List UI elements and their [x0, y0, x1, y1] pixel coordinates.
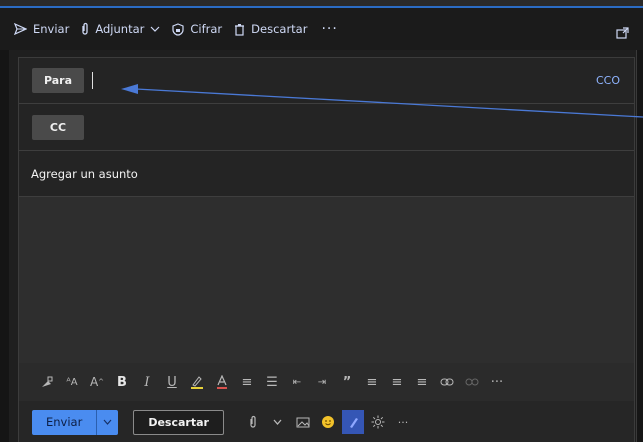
toolbar-discard-button[interactable]: Descartar: [234, 22, 307, 36]
emoji-icon[interactable]: [317, 410, 339, 434]
format-more-button[interactable]: ···: [485, 370, 509, 394]
sun-icon[interactable]: [367, 410, 389, 434]
chevron-down-icon: [103, 419, 112, 425]
bold-button[interactable]: B: [110, 370, 134, 394]
to-button[interactable]: Para: [32, 68, 84, 93]
toolbar-attach-button[interactable]: Adjuntar: [81, 22, 160, 36]
align-left-icon[interactable]: ≡: [360, 370, 384, 394]
compose-pane: Para CCO CC Agregar un asunto ᴬA A ^ B I …: [18, 57, 635, 442]
subject-input[interactable]: Agregar un asunto: [31, 167, 138, 181]
underline-button[interactable]: U: [160, 370, 184, 394]
cc-row: CC: [19, 104, 634, 151]
send-button-group: Enviar: [32, 409, 119, 435]
subject-row[interactable]: Agregar un asunto: [19, 151, 634, 197]
chevron-down-icon[interactable]: [267, 410, 289, 434]
attach-icon[interactable]: [242, 410, 264, 434]
toolbar-send-label: Enviar: [33, 22, 70, 36]
chevron-down-icon: [150, 26, 160, 32]
font-size-icon[interactable]: ᴬA: [60, 370, 84, 394]
to-row: Para CCO: [19, 58, 634, 104]
window-top-strip: [0, 0, 643, 8]
send-options-button[interactable]: [96, 409, 119, 435]
font-color-icon[interactable]: [210, 370, 234, 394]
left-panel-edge: [0, 50, 9, 442]
editor-pen-icon[interactable]: [341, 410, 364, 434]
increase-indent-icon[interactable]: ⇥: [310, 370, 334, 394]
image-icon[interactable]: [292, 410, 314, 434]
paperclip-icon: [82, 22, 88, 35]
italic-button[interactable]: I: [135, 370, 159, 394]
message-body[interactable]: [19, 197, 634, 363]
highlight-icon[interactable]: [185, 370, 209, 394]
actions-more-button[interactable]: ···: [392, 410, 414, 434]
to-field-caret[interactable]: [92, 72, 93, 89]
decrease-indent-icon[interactable]: ⇤: [285, 370, 309, 394]
send-icon: [14, 23, 27, 35]
send-button[interactable]: Enviar: [32, 409, 97, 435]
link-icon[interactable]: [435, 370, 459, 394]
align-right-icon[interactable]: ≡: [410, 370, 434, 394]
toolbar-encrypt-label: Cifrar: [190, 22, 223, 36]
formatting-toolbar: ᴬA A ^ B I U ≡ ☰ ⇤ ⇥ ” ≡ ≡ ≡ ···: [19, 363, 634, 401]
unlink-icon[interactable]: [460, 370, 484, 394]
toolbar-more-button[interactable]: ···: [321, 21, 337, 37]
discard-button[interactable]: Descartar: [133, 409, 224, 435]
popout-button[interactable]: [616, 27, 629, 42]
toolbar-send-button[interactable]: Enviar: [14, 22, 69, 36]
format-painter-icon[interactable]: [35, 370, 59, 394]
right-panel-edge: [636, 50, 643, 442]
quote-button[interactable]: ”: [335, 370, 359, 394]
align-center-icon[interactable]: ≡: [385, 370, 409, 394]
toolbar-encrypt-button[interactable]: Cifrar: [172, 22, 222, 36]
compose-actions: Enviar Descartar ···: [19, 401, 634, 442]
superscript-font-icon[interactable]: A ^: [85, 370, 109, 394]
toolbar-discard-label: Descartar: [251, 22, 308, 36]
compose-toolbar: Enviar Adjuntar Cifrar Descartar ···: [0, 8, 643, 50]
shield-lock-icon: [172, 22, 184, 36]
toolbar-attach-label: Adjuntar: [95, 22, 145, 36]
popout-icon: [616, 27, 629, 39]
bullet-list-icon[interactable]: ≡: [235, 370, 259, 394]
cc-button[interactable]: CC: [32, 115, 84, 140]
numbered-list-icon[interactable]: ☰: [260, 370, 284, 394]
trash-icon: [235, 23, 245, 36]
bcc-button[interactable]: CCO: [596, 74, 620, 87]
